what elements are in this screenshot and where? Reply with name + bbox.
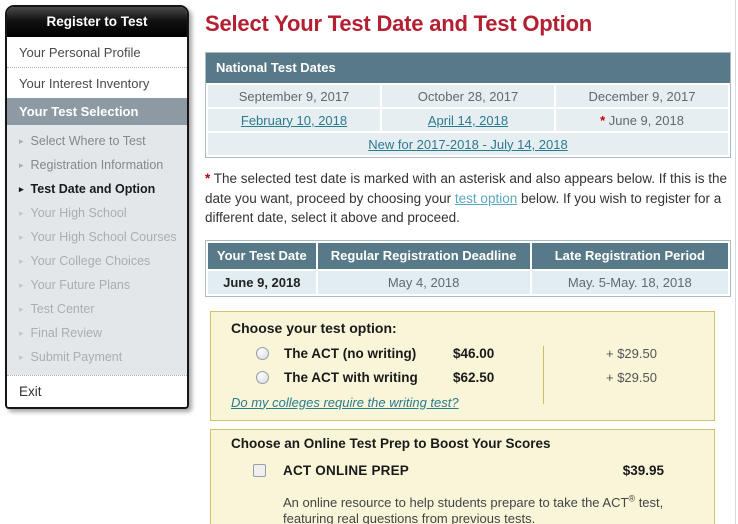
- product-price: $39.95: [622, 463, 664, 478]
- chevron-right-icon: ▸: [19, 303, 24, 314]
- chevron-right-icon: ▸: [19, 327, 24, 338]
- sidebar-sub-list: ▸ Select Where to Test ▸ Registration In…: [7, 125, 187, 375]
- col-header-late-period: Late Registration Period: [529, 240, 731, 271]
- chevron-right-icon: ▸: [19, 135, 24, 146]
- date-link-jul-14[interactable]: New for 2017-2018 - July 14, 2018: [368, 137, 567, 152]
- date-cell-oct-28: October 28, 2017: [380, 83, 556, 109]
- cell-regular-deadline: May 4, 2018: [315, 268, 532, 296]
- price-fee-divider: [543, 345, 544, 404]
- chevron-right-icon: ▸: [19, 351, 24, 362]
- sidebar-item-exit[interactable]: Exit: [7, 375, 187, 407]
- description-line1: An online resource to help students prep…: [283, 493, 664, 510]
- col-header-your-test-date: Your Test Date: [206, 240, 318, 271]
- test-prep-heading: Choose an Online Test Prep to Boost Your…: [231, 435, 551, 451]
- option-label: The ACT with writing: [284, 370, 418, 385]
- chevron-right-icon: ▸: [19, 207, 24, 218]
- chevron-right-icon: ▸: [19, 159, 24, 170]
- prep-product-row: ACT ONLINE PREP $39.95: [211, 462, 714, 480]
- cell-your-test-date: June 9, 2018: [206, 268, 318, 296]
- test-option-heading: Choose your test option:: [231, 319, 397, 336]
- sidebar-item-label: Test Date and Option: [30, 182, 156, 196]
- sidebar-item-label: Registration Information: [30, 158, 164, 172]
- checkbox-act-online-prep[interactable]: [253, 464, 266, 477]
- date-cell-feb-10: February 10, 2018: [206, 107, 382, 133]
- sidebar-section-test-selection: Your Test Selection: [7, 98, 187, 125]
- cell-late-period: May. 5-May. 18, 2018: [529, 268, 731, 296]
- sidebar-item-label: Submit Payment: [30, 350, 123, 364]
- radio-act-no-writing[interactable]: [256, 347, 269, 360]
- sidebar-item-label: Select Where to Test: [30, 134, 146, 148]
- sidebar-item-label: Your High School Courses: [30, 230, 177, 244]
- national-test-dates-table: National Test Dates September 9, 2017 Oc…: [205, 52, 731, 158]
- option-label: The ACT (no writing): [284, 346, 417, 361]
- sidebar-item-registration-information[interactable]: ▸ Registration Information: [7, 153, 187, 177]
- table-row: June 9, 2018 May 4, 2018 May. 5-May. 18,…: [206, 268, 731, 296]
- sidebar-item-interest-inventory[interactable]: Your Interest Inventory: [7, 67, 187, 98]
- product-description: An online resource to help students prep…: [283, 491, 714, 524]
- selected-date-text: June 9, 2018: [608, 112, 684, 128]
- option-price: $62.50: [453, 370, 495, 385]
- option-late-fee: + $29.50: [606, 370, 657, 385]
- sidebar-item-college-choices: ▸ Your College Choices: [7, 249, 187, 273]
- sidebar-item-your-high-school: ▸ Your High School: [7, 201, 187, 225]
- sidebar-item-test-date-and-option[interactable]: ▸ Test Date and Option: [7, 177, 187, 201]
- page: Register to Test Your Personal Profile Y…: [0, 0, 738, 524]
- date-cell-apr-14: April 14, 2018: [380, 107, 556, 133]
- col-header-regular-deadline: Regular Registration Deadline: [315, 240, 532, 271]
- description-line2: featuring real questions from previous t…: [283, 511, 536, 524]
- sidebar-item-select-where-to-test[interactable]: ▸ Select Where to Test: [7, 129, 187, 153]
- date-cell-dec-9: December 9, 2017: [554, 83, 730, 109]
- test-option-link[interactable]: test option: [455, 191, 517, 206]
- page-title: Select Your Test Date and Test Option: [205, 11, 593, 36]
- option-row-with-writing: The ACT with writing $62.50 + $29.50: [211, 366, 714, 390]
- date-cell-jul-14: New for 2017-2018 - July 14, 2018: [206, 131, 730, 157]
- radio-act-with-writing[interactable]: [256, 371, 269, 384]
- chevron-right-icon: ▸: [19, 231, 24, 242]
- sidebar-item-label: Final Review: [30, 326, 103, 340]
- product-name: ACT ONLINE PREP: [283, 463, 410, 478]
- sidebar-item-high-school-courses: ▸ Your High School Courses: [7, 225, 187, 249]
- sidebar-item-personal-profile[interactable]: Your Personal Profile: [7, 37, 187, 67]
- sidebar-item-label: Your College Choices: [30, 254, 151, 268]
- your-test-date-table: Your Test Date Regular Registration Dead…: [205, 239, 731, 297]
- online-test-prep-box: Choose an Online Test Prep to Boost Your…: [210, 428, 715, 524]
- chevron-right-icon: ▸: [19, 255, 24, 266]
- date-cell-sep-9: September 9, 2017: [206, 83, 382, 109]
- sidebar-item-test-center: ▸ Test Center: [7, 297, 187, 321]
- date-cell-jun-9-selected: * June 9, 2018: [554, 107, 730, 133]
- colleges-writing-test-link[interactable]: Do my colleges require the writing test?: [231, 395, 459, 410]
- table-row: New for 2017-2018 - July 14, 2018: [206, 131, 730, 157]
- sidebar-title: Register to Test: [7, 7, 187, 37]
- selected-asterisk: *: [600, 112, 606, 128]
- national-test-dates-header: National Test Dates: [206, 53, 730, 83]
- selected-date-note: * The selected test date is marked with …: [205, 169, 731, 228]
- main-content: Select Your Test Date and Test Option Na…: [205, 0, 731, 524]
- option-row-no-writing: The ACT (no writing) $46.00 + $29.50: [211, 342, 714, 366]
- chevron-right-icon: ▸: [19, 183, 24, 194]
- date-link-feb-10[interactable]: February 10, 2018: [241, 113, 347, 128]
- test-option-box: Choose your test option: The ACT (no wri…: [210, 310, 715, 421]
- option-late-fee: + $29.50: [606, 346, 657, 361]
- sidebar-item-label: Test Center: [30, 302, 95, 316]
- table-row: February 10, 2018 April 14, 2018 * June …: [206, 107, 730, 133]
- sidebar-item-future-plans: ▸ Your Future Plans: [7, 273, 187, 297]
- sidebar-item-label: Your Future Plans: [30, 278, 131, 292]
- registration-steps-sidebar: Register to Test Your Personal Profile Y…: [5, 5, 189, 409]
- sidebar-item-final-review: ▸ Final Review: [7, 321, 187, 345]
- sidebar-item-label: Your High School: [30, 206, 127, 220]
- page-right-border: [735, 0, 736, 524]
- date-link-apr-14[interactable]: April 14, 2018: [428, 113, 508, 128]
- table-row: September 9, 2017 October 28, 2017 Decem…: [206, 83, 730, 109]
- sidebar-item-submit-payment: ▸ Submit Payment: [7, 345, 187, 369]
- table-header-row: Your Test Date Regular Registration Dead…: [206, 240, 731, 271]
- chevron-right-icon: ▸: [19, 279, 24, 290]
- option-price: $46.00: [453, 346, 495, 361]
